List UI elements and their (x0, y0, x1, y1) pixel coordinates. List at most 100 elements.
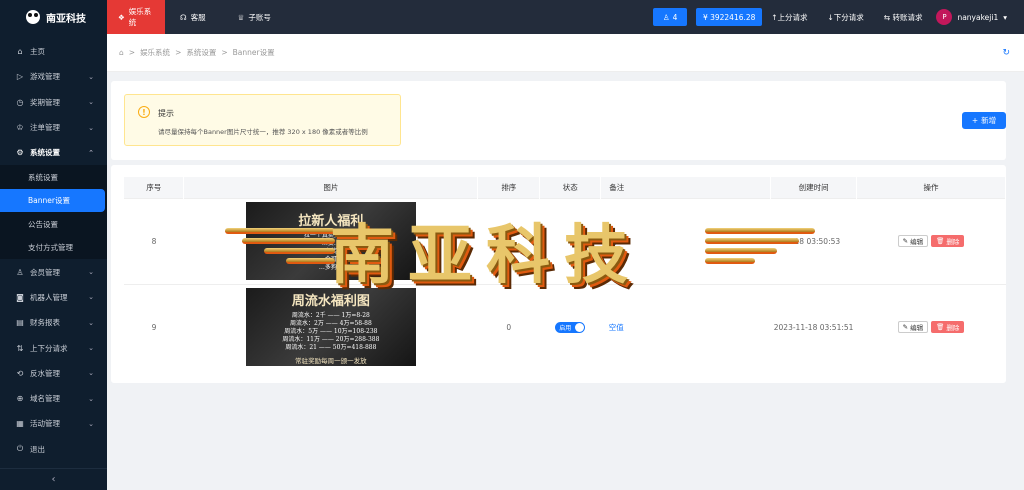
tab-customer-service[interactable]: ☊ 客服 (169, 0, 217, 34)
banner-line: 拉一个真实充值玩家 (303, 232, 358, 239)
banner-line: …家奖… (318, 248, 343, 255)
column-header: 状态 (539, 177, 602, 198)
trash-icon: 🗑 (936, 323, 945, 332)
settings-submenu: 系统设置 Banner设置 公告设置 支付方式管理 (0, 165, 107, 260)
play-icon: ▷ (16, 72, 24, 82)
cell-actions: ✎ 编辑 🗑 删除 (856, 197, 1006, 284)
edit-button[interactable]: ✎ 编辑 (897, 235, 929, 247)
banner-image[interactable]: 周流水福利图 周流水：2千 —— 1万=8-28 周流水：2万 —— 4万=58… (245, 288, 416, 367)
sidebar-subitem-system[interactable]: 系统设置 (0, 165, 107, 189)
sidebar-item-home[interactable]: ⌂ 主页 (0, 39, 107, 64)
refund-icon: ⟲ (16, 368, 24, 378)
sidebar-item-label: 域名管理 (30, 394, 60, 404)
edit-label: 编辑 (910, 324, 924, 333)
chevron-up-icon: ⌃ (88, 148, 94, 157)
cell-remark: 空值 (600, 283, 771, 370)
banner-title: 拉新人福利 (298, 214, 364, 229)
table-row: 9 周流水福利图 周流水：2千 —— 1万=8-28 周流水：2万 —— 4万=… (124, 283, 1006, 370)
tab-sub-accounts[interactable]: ♕ 子账号 (227, 0, 282, 34)
transfer-request-link[interactable]: ⇆ 转账请求 (884, 12, 923, 23)
chevron-down-icon: ⌄ (88, 344, 94, 353)
cell-id: 8 (124, 197, 184, 284)
chevron-down-icon: ⌄ (88, 419, 94, 428)
tab-label: 客服 (190, 12, 206, 22)
calendar-icon: ▦ (16, 419, 24, 429)
up-credit-request-link[interactable]: ↑上分请求 (771, 12, 807, 23)
chevron-down-icon: ⌄ (88, 72, 94, 81)
sidebar-item-label: 财务报表 (30, 318, 60, 328)
breadcrumb-item[interactable]: 娱乐系统 (140, 47, 170, 58)
sidebar-item-domains[interactable]: ⊕ 域名管理 ⌄ (0, 386, 107, 411)
pencil-icon: ✎ (902, 323, 909, 332)
delete-button[interactable]: 🗑 删除 (931, 235, 965, 247)
banner-line: …安… (321, 240, 340, 247)
cell-remark: 完 (600, 197, 771, 284)
column-header: 创建时间 (770, 177, 858, 198)
home-icon[interactable]: ⌂ (119, 48, 124, 57)
sidebar-item-activities[interactable]: ▦ 活动管理 ⌄ (0, 411, 107, 436)
collapse-sidebar-button[interactable]: ‹ (0, 468, 107, 490)
banner-table: 序号 图片 排序 状态 备注 创建时间 操作 8 拉新人福利 拉一个真实充值玩家… (124, 177, 1006, 370)
balance-button[interactable]: ¥ 3922416.28 (696, 8, 763, 26)
home-icon: ⌂ (17, 47, 23, 57)
banner-title: 周流水福利图 (291, 293, 370, 309)
avatar: P (936, 9, 953, 25)
sidebar-item-label: 游戏管理 (30, 72, 60, 82)
chevron-down-icon: ⌄ (88, 293, 94, 302)
user-icon: ♙ (662, 12, 670, 22)
sidebar-item-members[interactable]: ♙ 会员管理 ⌄ (0, 259, 107, 284)
logo[interactable]: 南亚科技 (0, 0, 107, 34)
chevron-down-icon: ⌄ (88, 394, 94, 403)
sidebar-item-settings[interactable]: ⚙ 系统设置 ⌃ (0, 140, 107, 165)
user-menu[interactable]: P nanyakeji1 ▾ (936, 9, 1007, 25)
delete-label: 删除 (946, 324, 960, 333)
breadcrumb-item[interactable]: 系统设置 (186, 47, 216, 58)
sidebar-item-periods[interactable]: ◷ 奖期管理 ⌄ (0, 90, 107, 115)
edit-label: 编辑 (910, 238, 924, 246)
robot-icon: ◙ (16, 292, 24, 302)
column-header: 图片 (183, 177, 479, 198)
banner-line: 周流水：2千 —— 1万=8-28 (291, 311, 370, 319)
sidebar-item-logout[interactable]: ⏻ 退出 (0, 437, 107, 462)
arrows-icon: ⇅ (16, 343, 24, 353)
online-users-count: 4 (672, 12, 678, 22)
pencil-icon: ✎ (902, 237, 909, 245)
sidebar-subitem-notice[interactable]: 公告设置 (0, 212, 107, 236)
tab-entertainment-system[interactable]: ❖ 娱乐系统 (107, 0, 165, 34)
sidebar-item-bets[interactable]: ♔ 注单管理 ⌄ (0, 115, 107, 140)
banner-image[interactable]: 拉新人福利 拉一个真实充值玩家 …安… …家奖… …个可… …多狗… (245, 202, 416, 280)
tip-text: 请尽量保持每个Banner图片尺寸统一，推荐 320 x 180 像素或者等比例 (158, 128, 368, 136)
tip-alert: ! 提示 请尽量保持每个Banner图片尺寸统一，推荐 320 x 180 像素… (124, 94, 401, 146)
down-credit-request-link[interactable]: ↓下分请求 (827, 12, 863, 23)
chevron-down-icon: ⌄ (88, 318, 94, 327)
sidebar-item-label: 上下分请求 (30, 343, 68, 353)
user-icon: ♙ (16, 267, 24, 277)
sidebar-subitem-banner[interactable]: Banner设置 (0, 188, 105, 213)
cell-status: 启用 (539, 283, 601, 370)
breadcrumb: ⌂ > 娱乐系统 > 系统设置 > Banner设置 ↻ (107, 34, 1024, 72)
add-button-label: 新增 (981, 116, 997, 125)
sidebar-item-rebate[interactable]: ⟲ 反水管理 ⌄ (0, 361, 107, 386)
chevron-down-icon: ⌄ (88, 268, 94, 277)
add-button[interactable]: + 新增 (962, 112, 1006, 129)
cell-status (539, 197, 601, 284)
online-users-button[interactable]: ♙ 4 (653, 8, 688, 26)
sidebar-item-finance[interactable]: ▤ 财务报表 ⌄ (0, 310, 107, 335)
sidebar-item-label: 系统设置 (30, 148, 60, 158)
toggle-label: 启用 (559, 324, 572, 332)
tip-title: 提示 (158, 109, 174, 118)
panda-logo-icon (26, 10, 40, 24)
edit-button[interactable]: ✎ 编辑 (897, 321, 929, 334)
banner-line: …个可… (318, 256, 343, 263)
sidebar-menu: ⌂ 主页 ▷ 游戏管理 ⌄ ◷ 奖期管理 ⌄ ♔ 注单管理 ⌄ ⚙ 系统设置 ⌃… (0, 39, 107, 462)
sidebar-item-games[interactable]: ▷ 游戏管理 ⌄ (0, 64, 107, 89)
banner-line: …多狗… (318, 264, 343, 271)
header-actions: ♙ 4 ¥ 3922416.28 ↑上分请求 ↓下分请求 ⇆ 转账请求 P na… (653, 0, 1024, 34)
delete-label: 删除 (946, 238, 960, 246)
sidebar-item-robots[interactable]: ◙ 机器人管理 ⌄ (0, 285, 107, 310)
delete-button[interactable]: 🗑 删除 (931, 321, 965, 334)
status-toggle[interactable]: 启用 (555, 321, 586, 333)
sidebar-item-credit-requests[interactable]: ⇅ 上下分请求 ⌄ (0, 335, 107, 360)
sidebar-subitem-payment[interactable]: 支付方式管理 (0, 236, 107, 260)
refresh-icon[interactable]: ↻ (1002, 48, 1010, 58)
